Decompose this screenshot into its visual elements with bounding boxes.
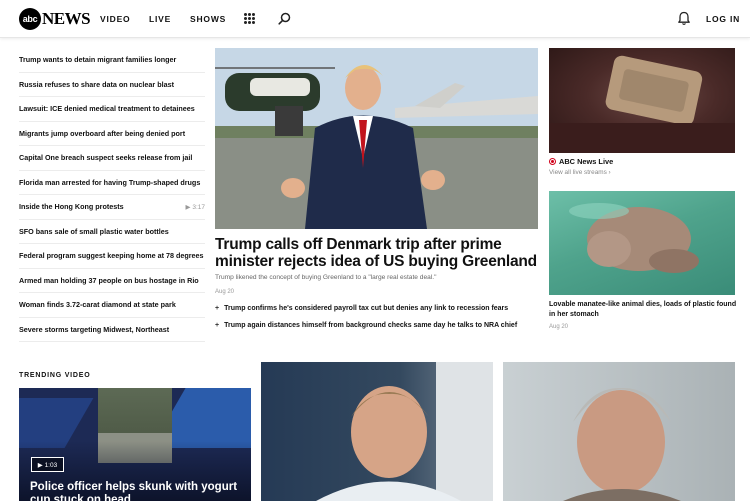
main-story-subtitle: Trump likened the concept of buying Gree… bbox=[215, 274, 437, 281]
video-duration-badge[interactable]: ▶ 1:03 bbox=[31, 457, 64, 472]
logo-word: NEWS bbox=[42, 9, 91, 28]
main-story-title[interactable]: Trump calls off Denmark trip after prime… bbox=[215, 236, 541, 270]
headline-list: Trump wants to detain migrant families l… bbox=[19, 48, 205, 342]
headline-item[interactable]: Armed man holding 37 people on bus hosta… bbox=[19, 269, 205, 293]
search-icon[interactable] bbox=[278, 12, 291, 25]
headline-item[interactable]: Russia refuses to share data on nuclear … bbox=[19, 73, 205, 97]
main-story-image[interactable] bbox=[215, 48, 538, 229]
headline-item[interactable]: Trump wants to detain migrant families l… bbox=[19, 48, 205, 73]
main-story-illustration bbox=[215, 48, 538, 229]
manatee-illustration bbox=[569, 203, 699, 273]
site-header: abc NEWS VIDEO LIVE SHOWS LOG IN bbox=[0, 0, 750, 38]
story-photo-card[interactable] bbox=[503, 362, 735, 501]
live-stream-thumbnail[interactable] bbox=[549, 48, 735, 153]
side-story-image[interactable] bbox=[549, 191, 735, 295]
login-button[interactable]: LOG IN bbox=[706, 14, 740, 24]
nav-shows[interactable]: SHOWS bbox=[190, 14, 226, 24]
view-all-live-link[interactable]: View all live streams › bbox=[549, 169, 611, 176]
headline-item[interactable]: Severe storms targeting Midwest, Northea… bbox=[19, 318, 205, 342]
portrait-illustration bbox=[563, 387, 681, 501]
nav-live[interactable]: LIVE bbox=[149, 14, 171, 24]
related-story[interactable]: + Trump again distances himself from back… bbox=[215, 322, 540, 329]
headline-item[interactable]: Florida man arrested for having Trump-sh… bbox=[19, 171, 205, 195]
related-story[interactable]: + Trump confirms he's considered payroll … bbox=[215, 305, 540, 312]
menu-grid-icon[interactable] bbox=[244, 13, 255, 24]
plus-icon: + bbox=[215, 305, 220, 312]
portrait-illustration bbox=[316, 362, 493, 501]
trending-video-heading: TRENDING VIDEO bbox=[19, 372, 91, 379]
side-story-title[interactable]: Lovable manatee-like animal dies, loads … bbox=[549, 300, 737, 320]
video-duration: ▶ 3:17 bbox=[185, 203, 205, 211]
headline-item[interactable]: SFO bans sale of small plastic water bot… bbox=[19, 220, 205, 244]
story-photo-card[interactable] bbox=[261, 362, 493, 501]
bell-icon[interactable] bbox=[677, 11, 691, 26]
headline-item[interactable]: Woman finds 3.72-carat diamond at state … bbox=[19, 293, 205, 318]
plus-icon: + bbox=[215, 322, 220, 329]
headline-item[interactable]: Lawsuit: ICE denied medical treatment to… bbox=[19, 97, 205, 122]
live-indicator-icon bbox=[549, 158, 556, 165]
trending-video-title[interactable]: Police officer helps skunk with yogurt c… bbox=[30, 481, 245, 501]
logo-circle: abc bbox=[19, 8, 41, 30]
headline-item[interactable]: Inside the Hong Kong protests ▶ 3:17 bbox=[19, 195, 205, 220]
live-label[interactable]: ABC News Live bbox=[549, 157, 613, 166]
trending-video-card[interactable]: ▶ 1:03 Police officer helps skunk with y… bbox=[19, 388, 251, 501]
side-story-date: Aug 20 bbox=[549, 324, 569, 330]
nav-video[interactable]: VIDEO bbox=[100, 14, 130, 24]
headline-item[interactable]: Capital One breach suspect seeks release… bbox=[19, 146, 205, 171]
headline-item[interactable]: Migrants jump overboard after being deni… bbox=[19, 122, 205, 146]
live-stream-illustration bbox=[549, 55, 735, 153]
main-story-date: Aug 20 bbox=[215, 289, 235, 295]
headline-item[interactable]: Federal program suggest keeping home at … bbox=[19, 244, 205, 269]
abc-news-logo[interactable]: abc NEWS bbox=[19, 8, 91, 30]
